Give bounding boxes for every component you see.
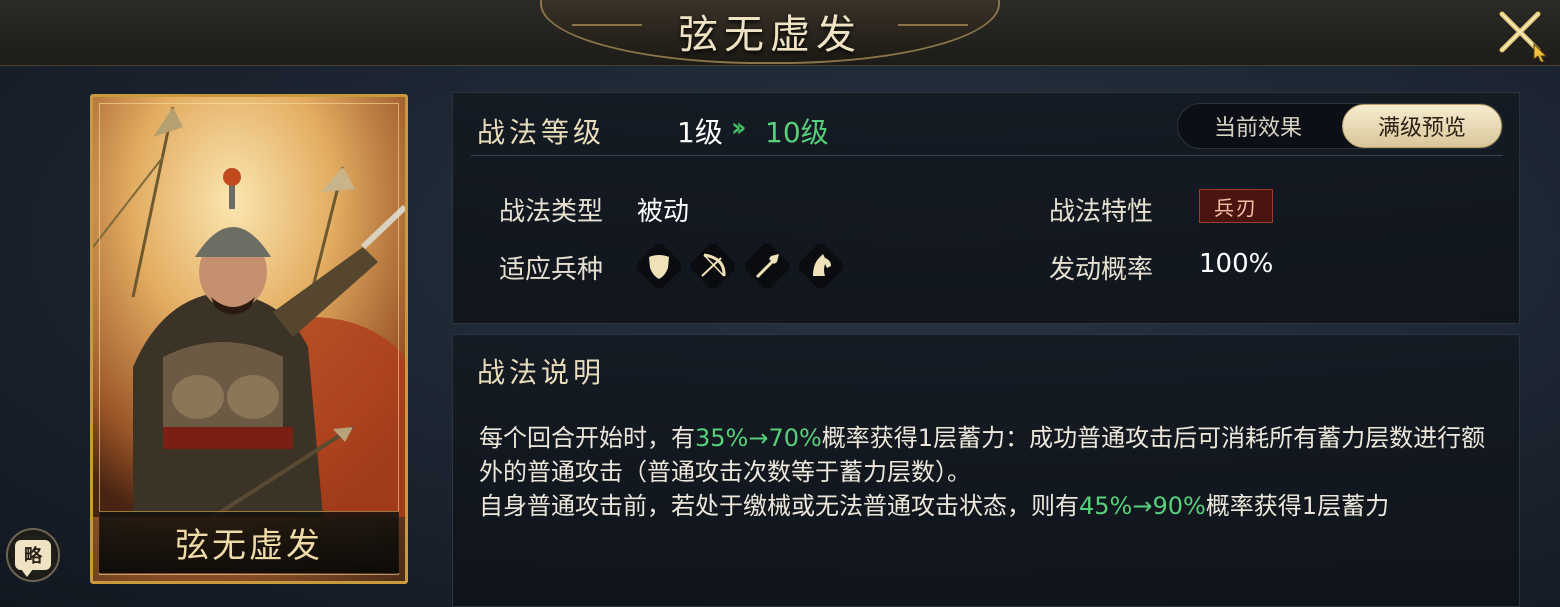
trait-badge: 兵刃 [1199,189,1273,223]
divider [471,155,1503,156]
desc-p2-text-a: 自身普通攻击前，若处于缴械或无法普通攻击状态，则有 [479,492,1079,520]
shield-icon [637,244,681,288]
level-label: 战法等级 [477,116,606,149]
desc-p1-highlight: 35%→70% [695,424,822,452]
description-text: 每个回合开始时，有35%→70%概率获得1层蓄力：成功普通攻击后可消耗所有蓄力层… [479,421,1509,523]
max-preview-tab[interactable]: 满级预览 [1342,104,1502,148]
title-plate: 弦无虚发 [540,0,1000,64]
double-chevron-right-icon: ›› [731,113,747,143]
speech-bubble-icon: 略 [15,540,51,577]
close-button[interactable] [1494,6,1550,63]
level-max: 10级 [765,116,829,149]
chance-value: 100% [1199,249,1274,279]
effect-toggle: 当前效果 满级预览 [1177,103,1503,149]
desc-p2-highlight: 45%→90% [1079,492,1206,520]
description-paragraph-1: 每个回合开始时，有35%→70%概率获得1层蓄力：成功普通攻击后可消耗所有蓄力层… [479,421,1509,489]
close-icon [1499,11,1548,63]
skill-card: 弦无虚发 [90,94,408,584]
description-paragraph-2: 自身普通攻击前，若处于缴械或无法普通攻击状态，则有45%→90%概率获得1层蓄力 [479,489,1509,523]
units-label: 适应兵种 [499,255,604,285]
trait-label: 战法特性 [1049,197,1154,227]
description-label: 战法说明 [477,356,606,389]
card-name-bar: 弦无虚发 [99,511,399,573]
card-name: 弦无虚发 [175,526,323,566]
level-current: 1级 [677,116,723,149]
type-value: 被动 [637,197,690,227]
bow-icon [691,244,735,288]
skill-info-panel: 战法等级 1级 ›› 10级 当前效果 满级预览 战法类型 被动 适应兵种 战法… [452,92,1520,324]
desc-p2-text-b: 概率获得1层蓄力 [1205,492,1390,520]
desc-p1-text-a: 每个回合开始时，有 [479,424,695,452]
spear-icon [745,244,789,288]
card-inner-border [99,103,399,575]
page-title: 弦无虚发 [678,12,862,58]
type-label: 战法类型 [499,197,604,227]
horse-icon [799,244,843,288]
description-panel: 战法说明 每个回合开始时，有35%→70%概率获得1层蓄力：成功普通攻击后可消耗… [452,334,1520,607]
summary-label: 略 [24,546,42,567]
header-bar: 弦无虚发 [0,0,1560,66]
summary-button[interactable]: 略 [6,528,60,582]
current-effect-tab[interactable]: 当前效果 [1178,104,1338,148]
chance-label: 发动概率 [1049,255,1154,285]
